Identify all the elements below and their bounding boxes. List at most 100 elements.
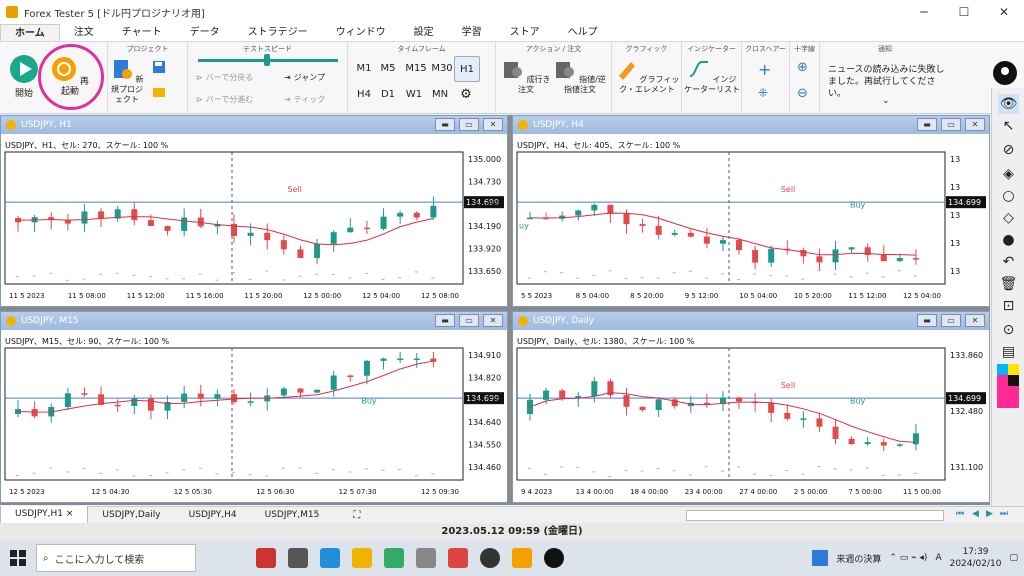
menu-strategy[interactable]: ストラテジー [234, 24, 322, 41]
indicator-list-button[interactable]: インジケーターリスト [684, 58, 740, 95]
dragon-app-icon[interactable] [256, 548, 276, 568]
camera-icon[interactable]: ⊙ [998, 320, 1019, 340]
tile-windows-icon[interactable]: ⛶ [353, 510, 360, 521]
snipping-icon[interactable] [416, 548, 436, 568]
menu-help[interactable]: ヘルプ [554, 24, 612, 41]
tf-mn-button[interactable]: MN [428, 86, 452, 104]
taskbar-search-box[interactable]: ⌕ ここに入力して検索 [36, 544, 196, 572]
weather-text[interactable]: 来週の決算 [836, 552, 881, 565]
tab-close-icon[interactable]: × [66, 509, 74, 519]
chart-window-daily[interactable]: USDJPY, Daily ▬ ▭ ✕ USDJPY、Daily、セル: 1380、… [512, 311, 990, 503]
bar-back-button[interactable]: ⊳ バーで分戻る [196, 72, 253, 83]
menu-data[interactable]: データ [176, 24, 234, 41]
trash-icon[interactable]: 🗑 [998, 274, 1019, 294]
nav-prev-icon[interactable]: ◀ [972, 509, 979, 519]
ime-indicator[interactable]: A [935, 553, 941, 563]
tf-h1-button[interactable]: H1 [454, 56, 480, 82]
chart-restore-icon[interactable]: ▭ [941, 314, 961, 327]
bar-forward-button[interactable]: ⊳ バーで分進む [196, 94, 253, 105]
tf-w1-button[interactable]: W1 [402, 86, 426, 104]
task-view-icon[interactable] [288, 548, 308, 568]
pin-icon[interactable] [992, 60, 1018, 86]
tray-icons[interactable]: ⌃ ▭ ⌁ ◂) [889, 553, 927, 563]
minimize-icon[interactable]: ─ [904, 0, 944, 24]
chart-minimize-icon[interactable]: ▬ [435, 118, 455, 131]
tick-button[interactable]: ⇥ ティック [284, 94, 325, 105]
menu-window[interactable]: ウィンドウ [322, 24, 400, 41]
speed-slider-handle[interactable] [264, 54, 270, 66]
tab-scrollbar[interactable] [686, 510, 944, 521]
tag-icon[interactable]: ◈ [998, 164, 1019, 184]
chart-window-h4[interactable]: USDJPY, H4 ▬ ▭ ✕ USDJPY、H4、セル: 405、スケール: 1… [512, 115, 990, 307]
menu-learning[interactable]: 学習 [448, 24, 496, 41]
tf-m15-button[interactable]: M15 [402, 60, 430, 78]
folder-icon[interactable] [152, 86, 166, 98]
tf-m30-button[interactable]: M30 [428, 60, 456, 78]
dot-icon[interactable]: ● [998, 230, 1019, 250]
close-icon[interactable]: ✕ [984, 0, 1024, 24]
chart-close-icon[interactable]: ✕ [965, 118, 985, 131]
clipboard-icon[interactable]: ▤ [998, 342, 1019, 362]
chart-restore-icon[interactable]: ▭ [459, 118, 479, 131]
tab-usdjpy-m15[interactable]: USDJPY,M15 [251, 507, 334, 524]
tf-settings-gear-icon[interactable]: ⚙ [454, 86, 478, 104]
chart-minimize-icon[interactable]: ▬ [917, 314, 937, 327]
forex-tester-icon[interactable] [512, 548, 532, 568]
no-draw-icon[interactable]: ⊘ [998, 140, 1019, 160]
windows-start-icon[interactable] [0, 540, 36, 576]
tf-h4-button[interactable]: H4 [352, 86, 376, 104]
edge-icon[interactable] [320, 548, 340, 568]
chart-close-icon[interactable]: ✕ [483, 314, 503, 327]
maximize-icon[interactable]: ☐ [944, 0, 984, 24]
app-icon-dark[interactable] [480, 548, 500, 568]
cursor-icon[interactable]: ↖ [998, 116, 1019, 136]
chart-minimize-icon[interactable]: ▬ [917, 118, 937, 131]
chart-minimize-icon[interactable]: ▬ [435, 314, 455, 327]
tf-m1-button[interactable]: M1 [352, 60, 376, 78]
nav-next-icon[interactable]: ▶ [986, 509, 993, 519]
market-order-button[interactable]: 成行き注文 [500, 58, 552, 95]
tab-usdjpy-h1[interactable]: USDJPY,H1 × [0, 506, 89, 524]
menu-order[interactable]: 注文 [60, 24, 108, 41]
chart-restore-icon[interactable]: ▭ [941, 118, 961, 131]
start-button[interactable]: 開始 [6, 54, 42, 99]
nav-last-icon[interactable]: ⏭ [1000, 509, 1008, 519]
tf-d1-button[interactable]: D1 [376, 86, 400, 104]
chart-close-icon[interactable]: ✕ [965, 314, 985, 327]
zoom-out-icon[interactable]: ⊖ [797, 86, 808, 101]
ruler-icon[interactable]: ◇ [998, 208, 1019, 228]
menu-chart[interactable]: チャート [108, 24, 176, 41]
zoom-in-icon[interactable]: ⊕ [797, 60, 808, 75]
jump-button[interactable]: ⇥ ジャンプ [284, 72, 325, 83]
limit-order-button[interactable]: 指値/逆指値注文 [552, 58, 608, 95]
crosshair-icon[interactable]: + [758, 60, 771, 79]
clock[interactable]: 17:39 2024/02/10 [950, 546, 1002, 570]
undo-icon[interactable]: ↶ [998, 252, 1019, 272]
menu-home[interactable]: ホーム [0, 24, 60, 41]
new-project-button[interactable]: 新規プロジェクト [108, 58, 146, 105]
chart-window-h1[interactable]: USDJPY, H1 ▬ ▭ ✕ USDJPY、H1、セル: 270、スケール: 1… [0, 115, 508, 307]
color-palette[interactable] [997, 364, 1019, 408]
crosshair-dotted-icon[interactable]: ⁜ [758, 86, 768, 100]
chart-close-icon[interactable]: ✕ [483, 118, 503, 131]
chart-window-m15[interactable]: USDJPY, M15 ▬ ▭ ✕ USDJPY、M15、セル: 90、スケール: … [0, 311, 508, 503]
nav-first-icon[interactable]: ⏮ [956, 509, 964, 519]
menu-store[interactable]: ストア [496, 24, 554, 41]
news-icon[interactable] [812, 550, 829, 566]
tab-usdjpy-daily[interactable]: USDJPY,Daily [88, 507, 174, 524]
app-icon-red[interactable] [448, 548, 468, 568]
save-icon[interactable] [152, 60, 166, 74]
circle-icon[interactable]: ○ [998, 186, 1019, 206]
eye-icon[interactable]: 👁 [998, 94, 1019, 114]
notice-expand-icon[interactable]: ⌄ [882, 96, 890, 106]
pin-app-icon[interactable] [544, 548, 564, 568]
tab-usdjpy-h4[interactable]: USDJPY,H4 [175, 507, 251, 524]
notification-icon[interactable]: ▢ [1009, 553, 1018, 563]
explorer-icon[interactable] [352, 548, 372, 568]
calculator-icon[interactable] [384, 548, 404, 568]
train-icon[interactable]: ⊡ [998, 296, 1019, 316]
menu-settings[interactable]: 設定 [400, 24, 448, 41]
tf-m5-button[interactable]: M5 [376, 60, 400, 78]
chart-restore-icon[interactable]: ▭ [459, 314, 479, 327]
graphic-element-button[interactable]: グラフィック・エレメント [614, 58, 680, 95]
